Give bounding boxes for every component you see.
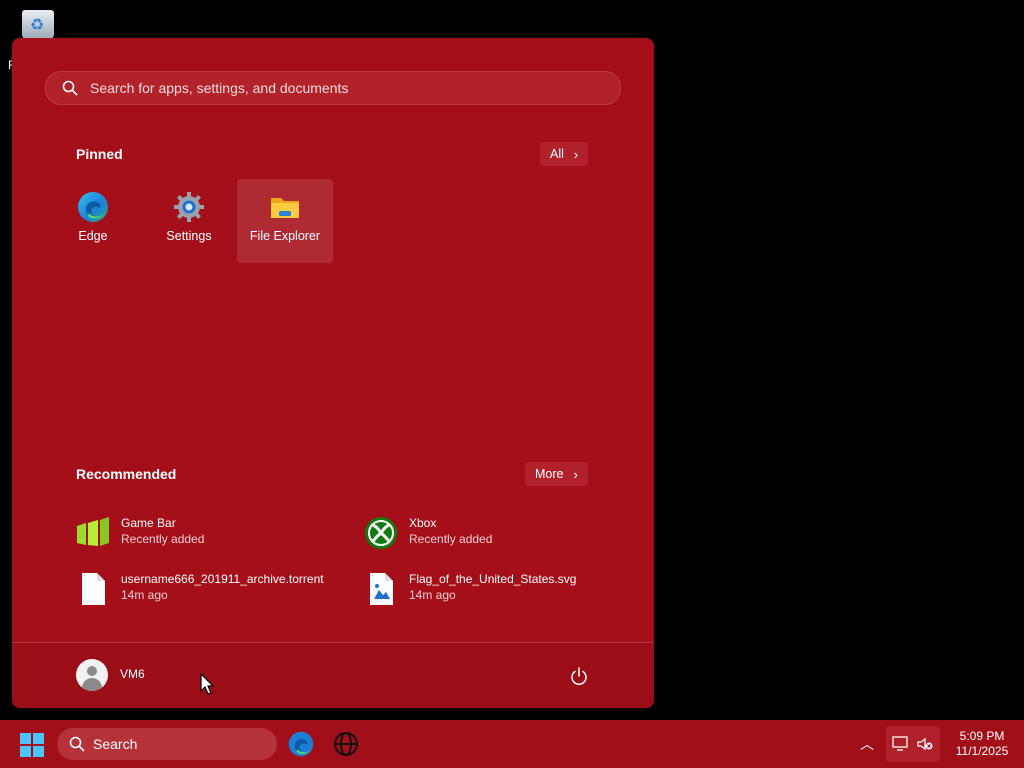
pinned-label: File Explorer (249, 229, 321, 243)
pinned-label: Settings (166, 229, 212, 243)
recommended-name: Flag_of_the_United_States.svg (409, 572, 577, 586)
network-display-icon (892, 736, 908, 751)
user-avatar[interactable] (76, 659, 108, 691)
search-icon (62, 80, 78, 96)
all-apps-label: All (550, 147, 564, 161)
image-file-icon (370, 573, 393, 605)
pinned-label: Edge (78, 229, 108, 243)
clock-time: 5:09 PM (959, 729, 1005, 743)
recommended-subtitle: 14m ago (409, 588, 456, 602)
avatar-body (82, 678, 102, 691)
start-search-placeholder: Search for apps, settings, and documents (90, 80, 349, 96)
more-label: More (535, 467, 564, 481)
clock-date: 11/1/2025 (955, 744, 1009, 758)
system-tray-status[interactable] (886, 726, 940, 762)
edge-icon (78, 192, 108, 222)
power-icon[interactable] (569, 666, 589, 686)
recommended-item-svg-file[interactable]: Flag_of_the_United_States.svg 14m ago (364, 568, 644, 612)
taskbar-search-placeholder: Search (93, 736, 138, 752)
pinned-title: Pinned (76, 146, 123, 162)
game-bar-icon (77, 517, 109, 546)
volume-muted-icon (917, 737, 933, 751)
xbox-icon (365, 517, 397, 549)
recommended-title: Recommended (76, 466, 177, 482)
avatar-head (87, 666, 97, 676)
taskbar-clock[interactable]: 5:09 PM 11/1/2025 (944, 729, 1020, 759)
chevron-right-icon: › (573, 146, 579, 162)
recycle-bin-icon (22, 10, 54, 40)
recommended-item-game-bar[interactable]: Game Bar Recently added (76, 512, 356, 556)
recommended-subtitle: Recently added (121, 532, 205, 546)
folder-icon (271, 198, 299, 218)
user-name[interactable]: VM6 (120, 667, 145, 681)
taskbar-search-box[interactable]: Search (57, 728, 277, 760)
all-apps-button[interactable]: All › (540, 142, 589, 166)
recommended-item-xbox[interactable]: Xbox Recently added (364, 512, 644, 556)
recommended-name: Game Bar (121, 516, 176, 530)
pinned-settings[interactable]: Settings (141, 179, 237, 263)
taskbar: Search ︿ 5:09 PM 11/1/2025 (0, 720, 1024, 768)
taskbar-edge-icon[interactable] (287, 730, 315, 758)
chevron-right-icon: › (573, 466, 578, 482)
mouse-cursor-icon (200, 673, 214, 695)
windows-start-icon[interactable] (20, 733, 44, 757)
search-icon (69, 736, 85, 752)
start-menu: Search for apps, settings, and documents… (12, 38, 654, 708)
pinned-edge[interactable]: Edge (45, 179, 141, 263)
more-button[interactable]: More › (525, 462, 588, 486)
start-footer: VM6 (12, 642, 654, 708)
taskbar-globe-icon[interactable] (332, 730, 360, 758)
recommended-item-torrent[interactable]: username666_201911_archive.torrent 14m a… (76, 568, 356, 612)
show-hidden-icons-chevron-icon[interactable]: ︿ (860, 734, 874, 754)
recommended-name: Xbox (409, 516, 437, 530)
recommended-subtitle: 14m ago (121, 588, 168, 602)
recommended-name: username666_201911_archive.torrent (121, 572, 324, 586)
file-icon (82, 573, 105, 605)
start-search-box[interactable]: Search for apps, settings, and documents (45, 71, 621, 105)
pinned-file-explorer[interactable]: File Explorer (237, 179, 333, 263)
recommended-subtitle: Recently added (409, 532, 493, 546)
settings-gear-icon (174, 192, 204, 222)
